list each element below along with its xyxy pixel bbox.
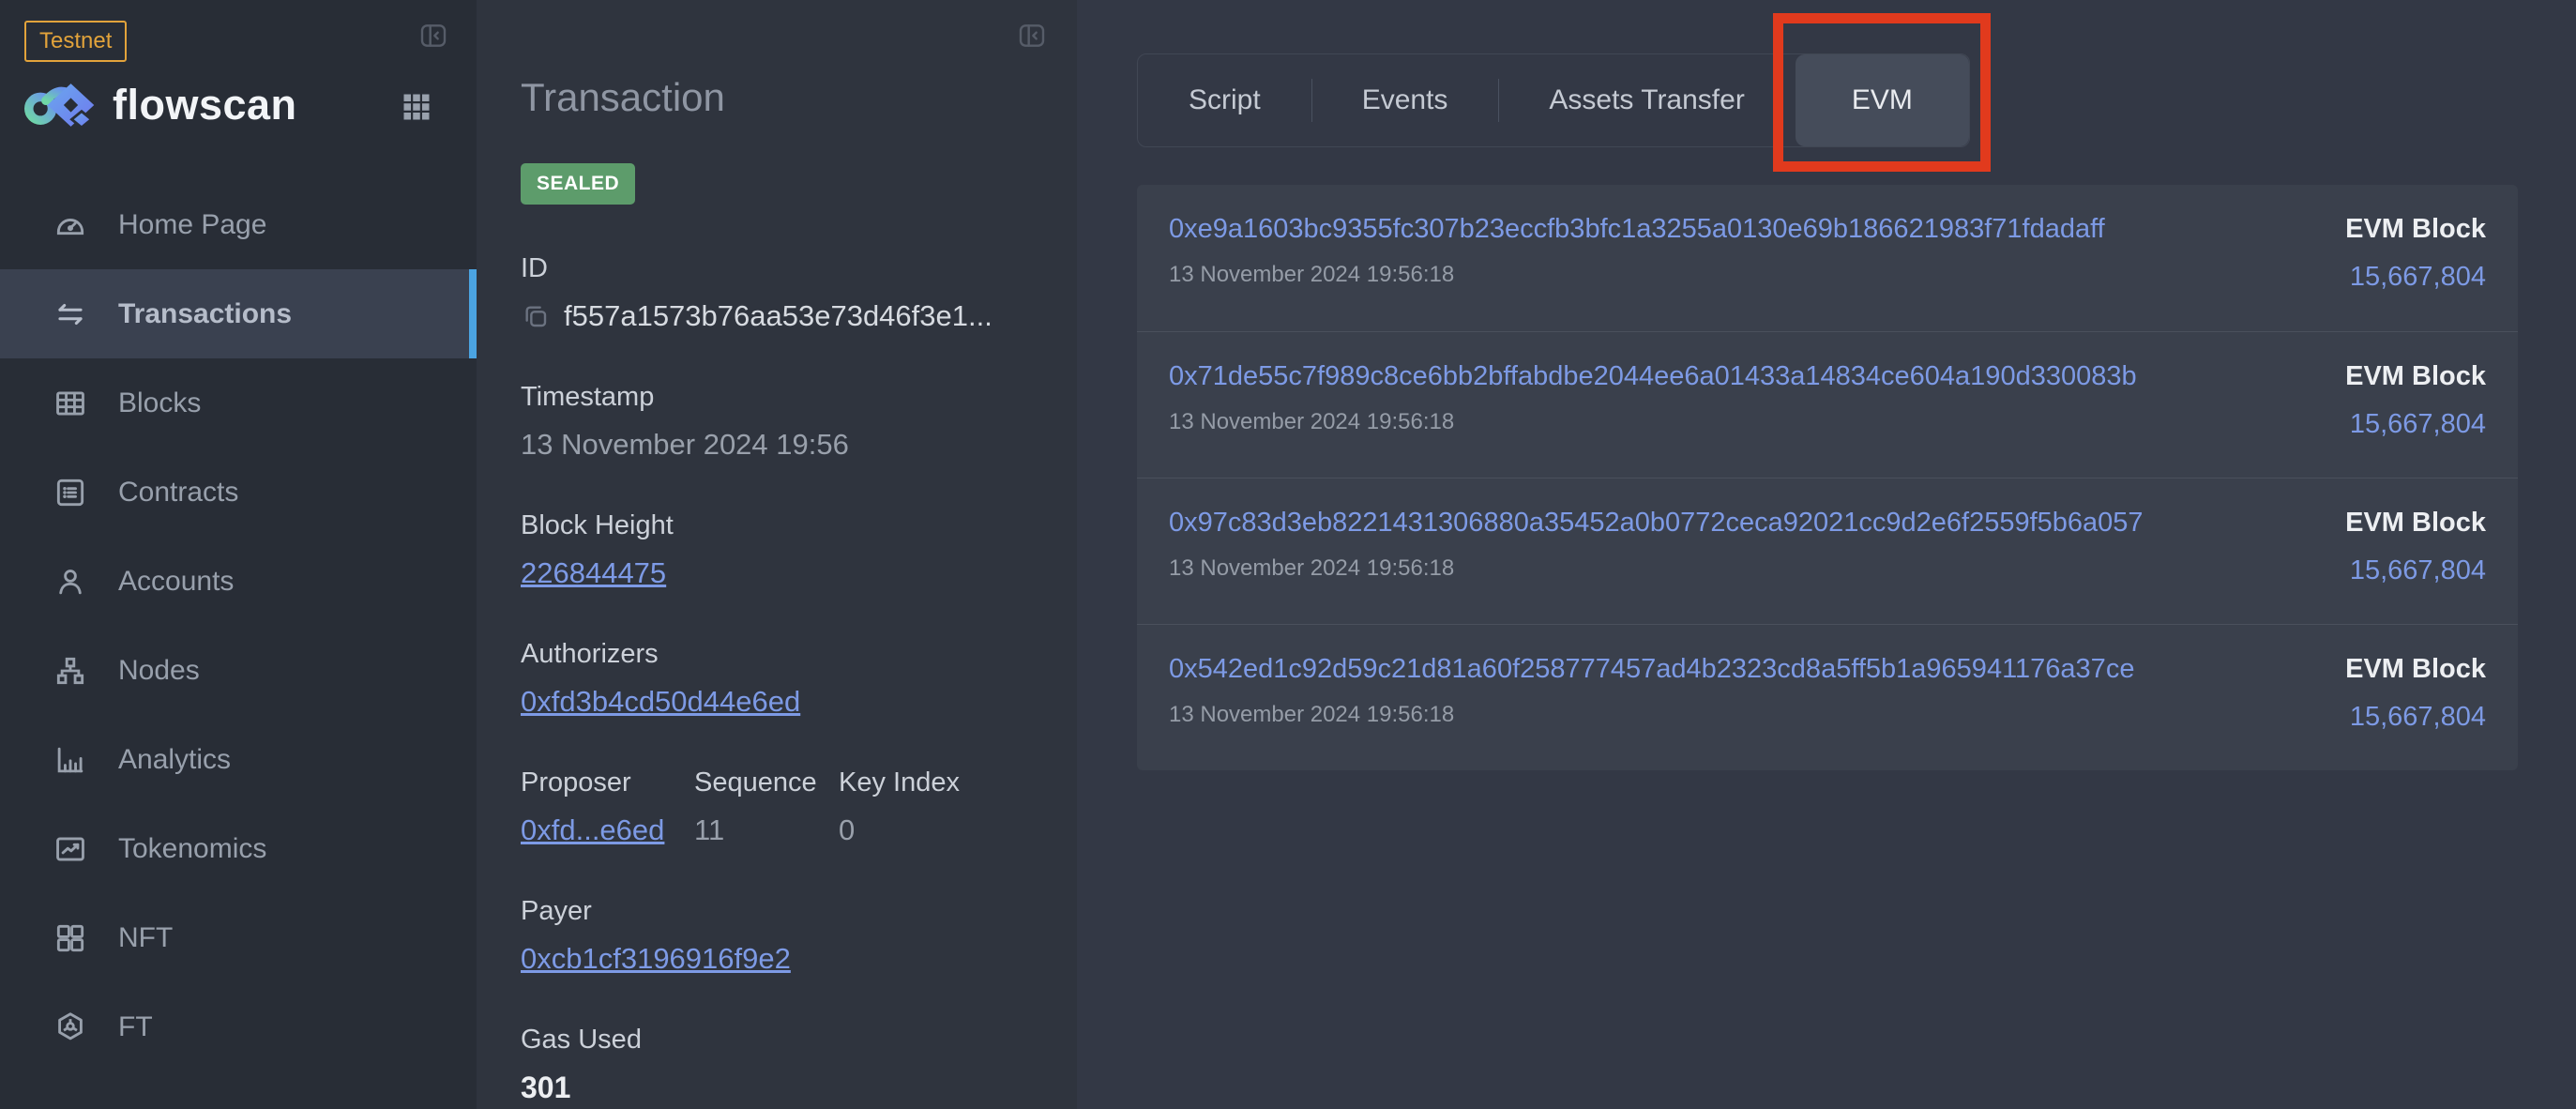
field-block-height: Block Height 226844475: [521, 510, 1077, 590]
evm-tx-hash-link[interactable]: 0xe9a1603bc9355fc307b23eccfb3bfc1a3255a0…: [1169, 214, 2105, 245]
evm-tx-timestamp: 13 November 2024 19:56:18: [1169, 702, 2134, 728]
evm-tx-timestamp: 13 November 2024 19:56:18: [1169, 555, 2144, 582]
tab-assets-transfer[interactable]: Assets Transfer: [1498, 54, 1795, 146]
trend-chart-icon: [53, 831, 88, 867]
sidebar: Testnet flowscan: [0, 0, 477, 1109]
sidebar-item-label: Home Page: [118, 209, 266, 241]
bar-chart-icon: [53, 742, 88, 778]
transaction-detail-panel: Transaction SEALED ID f557a1573b76aa53e7…: [477, 0, 1077, 1109]
evm-tx-hash-link[interactable]: 0x542ed1c92d59c21d81a60f258777457ad4b232…: [1169, 654, 2134, 685]
gauge-icon: [53, 207, 88, 243]
sidebar-item-label: Tokenomics: [118, 833, 266, 865]
evm-tx-timestamp: 13 November 2024 19:56:18: [1169, 409, 2137, 435]
evm-block-number-link[interactable]: 15,667,804: [2345, 409, 2486, 440]
sidebar-item-analytics[interactable]: Analytics: [0, 715, 477, 804]
collapse-panel-icon[interactable]: [418, 21, 448, 51]
evm-block-label: EVM Block: [2345, 654, 2486, 685]
sidebar-item-label: Transactions: [118, 298, 292, 330]
nodes-tree-icon: [53, 653, 88, 689]
sidebar-item-home-page[interactable]: Home Page: [0, 180, 477, 269]
testnet-badge: Testnet: [24, 21, 127, 62]
field-timestamp: Timestamp 13 November 2024 19:56: [521, 382, 1077, 462]
field-payer: Payer 0xcb1cf3196916f9e2: [521, 896, 1077, 976]
block-height-link[interactable]: 226844475: [521, 556, 666, 589]
sidebar-item-label: Analytics: [118, 744, 231, 776]
authorizer-link[interactable]: 0xfd3b4cd50d44e6ed: [521, 685, 800, 718]
block-height-label: Block Height: [521, 510, 1077, 541]
evm-transactions-list: 0xe9a1603bc9355fc307b23eccfb3bfc1a3255a0…: [1137, 185, 2518, 770]
tab-script[interactable]: Script: [1138, 54, 1311, 146]
evm-block-number-link[interactable]: 15,667,804: [2345, 262, 2486, 293]
proposer-link[interactable]: 0xfd...e6ed: [521, 813, 664, 846]
transaction-tabs: Script Events Assets Transfer EVM: [1137, 53, 1970, 147]
tab-evm[interactable]: EVM: [1796, 54, 1969, 146]
main-content: Script Events Assets Transfer EVM 0xe9a1…: [1077, 0, 2576, 1109]
evm-block-number-link[interactable]: 15,667,804: [2345, 702, 2486, 733]
status-badge: SEALED: [521, 163, 635, 205]
evm-block-label: EVM Block: [2345, 508, 2486, 539]
page-title: Transaction: [521, 75, 1077, 120]
payer-link[interactable]: 0xcb1cf3196916f9e2: [521, 942, 791, 975]
sidebar-item-label: Nodes: [118, 655, 200, 687]
flowscan-logo-icon: [24, 75, 99, 135]
sidebar-nav: Home Page Transactions Blocks: [0, 180, 477, 1071]
sidebar-item-nodes[interactable]: Nodes: [0, 626, 477, 715]
sidebar-item-accounts[interactable]: Accounts: [0, 537, 477, 626]
collapse-panel-icon[interactable]: [1017, 21, 1047, 51]
sidebar-item-label: Contracts: [118, 477, 238, 509]
sequence-label: Sequence: [694, 767, 839, 798]
swap-arrows-icon: [53, 296, 88, 332]
timestamp-value: 13 November 2024 19:56: [521, 428, 1077, 462]
table-grid-icon: [53, 386, 88, 421]
sidebar-item-label: FT: [118, 1011, 153, 1043]
evm-block-label: EVM Block: [2345, 361, 2486, 392]
copy-icon[interactable]: [521, 301, 551, 331]
sidebar-item-nft[interactable]: NFT: [0, 893, 477, 982]
timestamp-label: Timestamp: [521, 382, 1077, 413]
gas-used-value: 301: [521, 1071, 1077, 1105]
sidebar-item-contracts[interactable]: Contracts: [0, 448, 477, 537]
nft-grid-icon: [53, 920, 88, 956]
evm-tx-hash-link[interactable]: 0x71de55c7f989c8ce6bb2bffabdbe2044ee6a01…: [1169, 361, 2137, 392]
brand-name: flowscan: [113, 81, 297, 129]
transaction-id-value[interactable]: f557a1573b76aa53e73d46f3e1...: [564, 299, 993, 333]
apps-grid-icon[interactable]: [400, 90, 433, 124]
evm-block-label: EVM Block: [2345, 214, 2486, 245]
key-index-value: 0: [839, 813, 960, 847]
sidebar-item-transactions[interactable]: Transactions: [0, 269, 477, 358]
evm-transaction-row[interactable]: 0xe9a1603bc9355fc307b23eccfb3bfc1a3255a0…: [1137, 185, 2518, 331]
evm-transaction-row[interactable]: 0x97c83d3eb8221431306880a35452a0b0772cec…: [1137, 478, 2518, 624]
evm-tx-hash-link[interactable]: 0x97c83d3eb8221431306880a35452a0b0772cec…: [1169, 508, 2144, 539]
evm-transaction-row[interactable]: 0x71de55c7f989c8ce6bb2bffabdbe2044ee6a01…: [1137, 331, 2518, 478]
evm-tx-timestamp: 13 November 2024 19:56:18: [1169, 262, 2105, 288]
sidebar-item-tokenomics[interactable]: Tokenomics: [0, 804, 477, 893]
contract-list-icon: [53, 475, 88, 510]
sidebar-item-blocks[interactable]: Blocks: [0, 358, 477, 448]
gas-used-label: Gas Used: [521, 1025, 1077, 1056]
person-icon: [53, 564, 88, 600]
key-index-label: Key Index: [839, 767, 960, 798]
field-id: ID f557a1573b76aa53e73d46f3e1...: [521, 253, 1077, 333]
sidebar-item-ft[interactable]: FT: [0, 982, 477, 1071]
field-authorizers: Authorizers 0xfd3b4cd50d44e6ed: [521, 639, 1077, 719]
sidebar-item-label: Accounts: [118, 566, 234, 598]
proposer-sequence-keyindex: Proposer 0xfd...e6ed Sequence 11 Key Ind…: [521, 767, 1077, 847]
id-label: ID: [521, 253, 1077, 284]
tab-events[interactable]: Events: [1311, 54, 1499, 146]
sidebar-item-label: NFT: [118, 922, 173, 954]
brand[interactable]: flowscan: [24, 75, 297, 135]
field-gas-used: Gas Used 301: [521, 1025, 1077, 1105]
cube-icon: [53, 1010, 88, 1045]
sequence-value: 11: [694, 813, 839, 847]
sidebar-item-label: Blocks: [118, 387, 201, 419]
proposer-label: Proposer: [521, 767, 694, 798]
payer-label: Payer: [521, 896, 1077, 927]
evm-block-number-link[interactable]: 15,667,804: [2345, 555, 2486, 586]
authorizers-label: Authorizers: [521, 639, 1077, 670]
evm-transaction-row[interactable]: 0x542ed1c92d59c21d81a60f258777457ad4b232…: [1137, 624, 2518, 770]
